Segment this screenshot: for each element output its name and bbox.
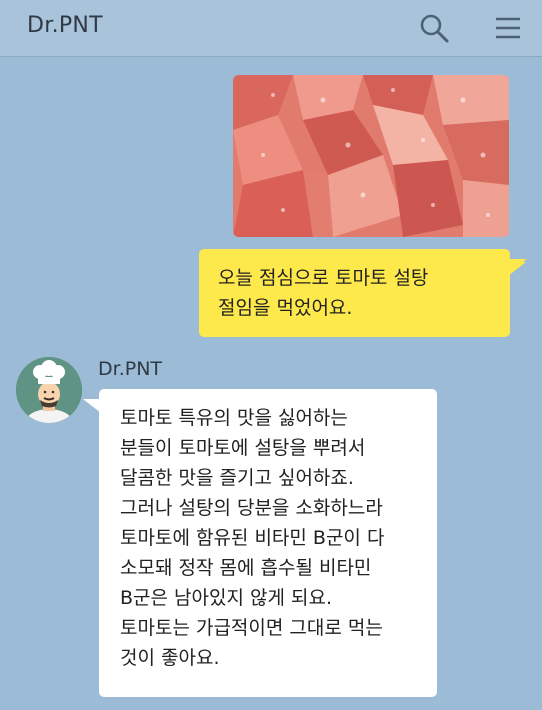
app-header: Dr.PNT [0, 0, 542, 57]
message-line: B군은 남아있지 않게 되요. [120, 587, 332, 609]
message-line: 달콤한 맛을 즐기고 싶어하죠. [120, 467, 354, 489]
message-line: 절임을 먹었어요. [218, 297, 353, 319]
message-line: 분들이 토마토에 설탕을 뿌려서 [120, 437, 366, 459]
message-line: 그러나 설탕의 당분을 소화하느라 [120, 497, 383, 519]
message-line: 것이 좋아요. [120, 647, 220, 669]
user-message-bubble[interactable]: 오늘 점심으로 토마토 설탕 절임을 먹었어요. [199, 249, 527, 337]
bubble-tail [83, 399, 101, 413]
search-icon[interactable] [418, 12, 450, 44]
message-line: 토마토 특유의 맛을 싫어하는 [120, 407, 348, 429]
app-title: Dr.PNT [27, 13, 103, 38]
message-line: 오늘 점심으로 토마토 설탕 [218, 267, 429, 289]
bubble-tail [507, 259, 527, 273]
message-line: 토마토에 함유된 비타민 B군이 다 [120, 527, 385, 549]
chef-avatar-icon[interactable] [16, 357, 82, 423]
hamburger-menu-icon[interactable] [492, 12, 524, 44]
message-line: 토마토는 가급적이면 그대로 먹는 [120, 617, 383, 639]
sender-name: Dr.PNT [98, 358, 163, 380]
bot-message-bubble[interactable]: 토마토 특유의 맛을 싫어하는 분들이 토마토에 설탕을 뿌려서 달콤한 맛을 … [83, 389, 437, 697]
tomato-photo[interactable] [233, 75, 509, 237]
message-line: 소모돼 정작 몸에 흡수될 비타민 [120, 557, 372, 579]
